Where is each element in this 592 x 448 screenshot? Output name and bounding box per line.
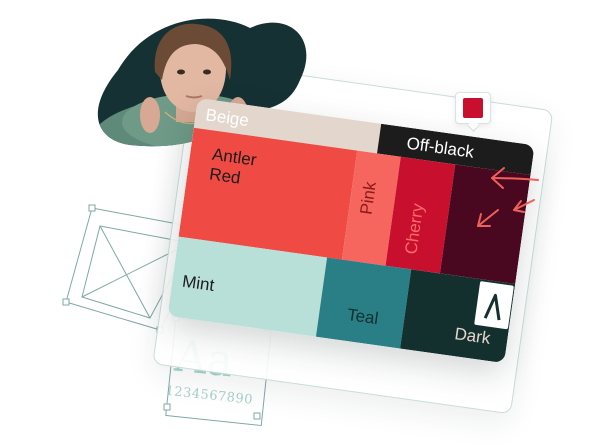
cursor-arrows: [477, 167, 539, 227]
cursor-arrow-icon: [477, 209, 499, 227]
cursor-arrow-icon: [491, 167, 539, 189]
cursor-arrow-icon: [513, 199, 535, 213]
